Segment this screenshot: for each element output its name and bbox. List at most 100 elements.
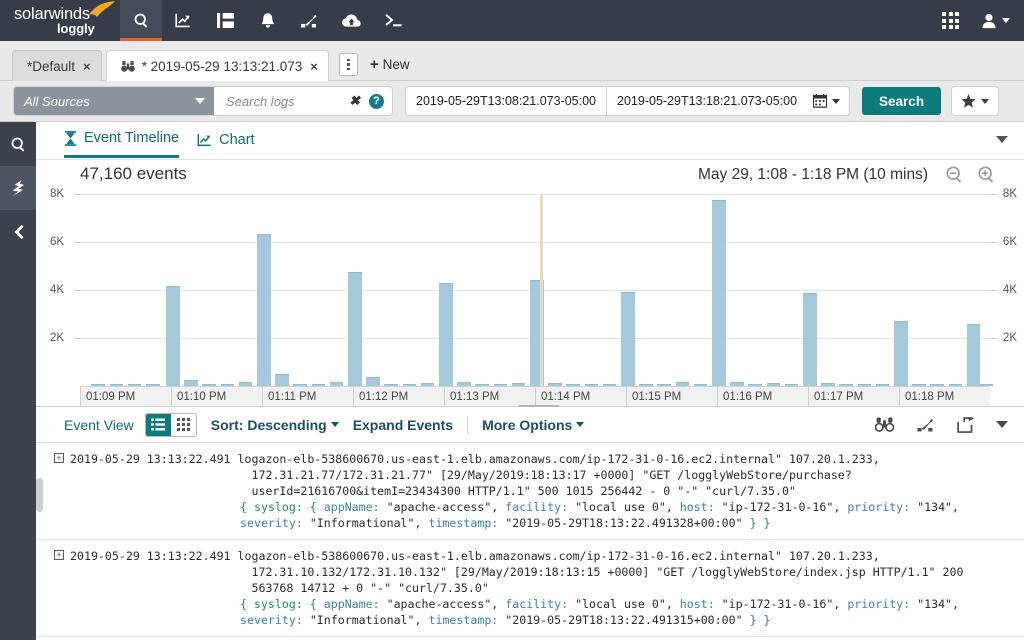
bar[interactable]: [257, 234, 271, 386]
favorites-button[interactable]: [952, 87, 998, 115]
field-value-timestamp: "2019-05-29T18:13:22.491328+00:00": [505, 516, 749, 530]
hammer-icon: [300, 13, 318, 29]
bar[interactable]: [439, 283, 453, 386]
bar[interactable]: [803, 293, 817, 386]
chevron-down-icon: [195, 98, 205, 104]
help-icon[interactable]: ?: [369, 94, 384, 109]
x-axis-tick-label: 01:10 PM: [171, 387, 226, 407]
timeline-tab-group: Event Timeline Chart: [64, 130, 255, 158]
user-menu[interactable]: [981, 13, 1010, 29]
field-key-facility: facility:: [505, 597, 575, 611]
tab-label: *Default: [27, 59, 75, 74]
search-button[interactable]: Search: [862, 87, 941, 115]
rail-item-collapse[interactable]: [0, 210, 36, 254]
tab-chart[interactable]: Chart: [197, 132, 254, 157]
close-icon[interactable]: ×: [83, 60, 91, 73]
tab-search-result[interactable]: * 2019-05-29 13:13:21.073 ×: [106, 50, 329, 81]
zoom-out-button[interactable]: [945, 165, 964, 189]
magnifier-icon: [10, 136, 27, 153]
log-event-row[interactable]: +2019-05-29 13:13:22.491 logazon-elb-538…: [36, 540, 1024, 637]
chevron-down-icon: [832, 99, 840, 104]
bar[interactable]: [275, 374, 289, 386]
field-value-appname: "apache-access",: [387, 500, 506, 514]
bar[interactable]: [166, 286, 180, 386]
event-view-toolbar: Event View Sort: Descending: [36, 407, 1024, 443]
time-from-input[interactable]: 2019-05-29T13:08:21.073-05:00: [406, 87, 606, 115]
timeline-cursor: [540, 194, 543, 396]
y-tick: [990, 338, 996, 339]
binoculars-button[interactable]: [875, 417, 894, 432]
event-toolbar-right-icons: [875, 417, 1008, 433]
timeline-plot-area[interactable]: 2K2K4K4K6K6K8K8K: [80, 194, 990, 386]
chevron-left-icon: [11, 224, 25, 240]
log-event-row[interactable]: +2019-05-29 13:13:22.491 logazon-elb-538…: [36, 443, 1024, 540]
expand-row-icon[interactable]: +: [54, 550, 64, 560]
share-button[interactable]: [957, 417, 974, 433]
time-to-input[interactable]: 2019-05-29T13:18:21.073-05:00: [606, 87, 807, 115]
field-key-timestamp: timestamp:: [428, 613, 505, 627]
bar-series: [80, 194, 990, 386]
tab-label: Chart: [219, 132, 254, 148]
panel-collapse-chevron-down-icon[interactable]: [996, 136, 1008, 143]
close-icon[interactable]: ×: [310, 60, 318, 73]
x-axis-tick-label: 01:13 PM: [444, 387, 499, 407]
field-key-appname: appName:: [324, 597, 387, 611]
bar[interactable]: [621, 292, 635, 386]
tab-label: Event Timeline: [84, 130, 179, 146]
bar[interactable]: [712, 200, 726, 386]
nav-item-cloud[interactable]: [330, 0, 372, 41]
rail-item-saved-searches[interactable]: [0, 166, 36, 210]
log-event-list[interactable]: +2019-05-29 13:13:22.491 logazon-elb-538…: [36, 443, 1024, 640]
clear-search-icon[interactable]: ✖: [349, 93, 360, 109]
y-axis-tick-label-left: 8K: [50, 188, 64, 200]
left-rail: [0, 122, 36, 640]
chevron-down-icon: [331, 422, 339, 427]
expand-events-label: Expand Events: [353, 417, 453, 433]
nav-item-tools[interactable]: [288, 0, 330, 41]
rail-item-search[interactable]: [0, 122, 36, 166]
field-key-priority: priority:: [847, 597, 917, 611]
tools-button[interactable]: [916, 417, 935, 433]
chevron-down-icon: [576, 422, 584, 427]
tab-default[interactable]: *Default ×: [12, 50, 102, 81]
nav-item-console[interactable]: [372, 0, 414, 41]
grid-view-button[interactable]: [171, 414, 196, 436]
nav-item-dashboards[interactable]: [204, 0, 246, 41]
bar[interactable]: [967, 324, 981, 386]
more-menu-button[interactable]: [996, 421, 1008, 428]
nav-item-search[interactable]: [120, 0, 162, 41]
brand-logo[interactable]: solarwinds loggly: [0, 0, 120, 41]
zoom-in-button[interactable]: [977, 165, 996, 189]
grid-apps-icon[interactable]: [942, 12, 959, 29]
search-input[interactable]: Search logs ✖ ?: [214, 87, 392, 115]
log-message-line: logazon-elb-538600670.us-east-1.elb.amaz…: [238, 452, 880, 466]
search-toolbar: All Sources Search logs ✖ ? 2019-05-29T1…: [0, 81, 1024, 122]
tab-options-icon[interactable]: [339, 53, 358, 76]
nav-item-alerts[interactable]: [246, 0, 288, 41]
dashboard-icon: [217, 13, 234, 28]
source-selector[interactable]: All Sources: [14, 87, 214, 115]
bar[interactable]: [894, 321, 908, 386]
log-list-scrollbar[interactable]: [36, 478, 43, 512]
field-key-priority: priority:: [847, 500, 917, 514]
new-tab-button[interactable]: + New: [370, 56, 410, 73]
event-view-label: Event View: [64, 417, 134, 433]
expand-events-button[interactable]: Expand Events: [353, 417, 453, 433]
expand-row-icon[interactable]: +: [54, 453, 64, 463]
bar[interactable]: [348, 272, 362, 386]
tab-title-text: * 2019-05-29 13:13:21.073: [142, 59, 303, 74]
view-mode-toggle: [145, 413, 197, 437]
bar[interactable]: [366, 377, 380, 386]
tab-event-timeline[interactable]: Event Timeline: [64, 130, 179, 158]
sort-dropdown[interactable]: Sort: Descending: [211, 417, 339, 433]
log-message: 2019-05-29 13:13:22.491 logazon-elb-5386…: [70, 451, 1014, 499]
more-options-dropdown[interactable]: More Options: [482, 417, 584, 433]
terminal-icon: [384, 13, 403, 28]
field-key-severity: severity:: [240, 516, 310, 530]
calendar-picker-button[interactable]: [807, 94, 849, 108]
field-value-facility: "local use 0",: [575, 597, 680, 611]
binoculars-icon: [875, 417, 894, 432]
nav-item-chart[interactable]: [162, 0, 204, 41]
tab-strip: *Default × * 2019-05-29 13:13:21.073 × +…: [0, 41, 1024, 81]
list-view-button[interactable]: [146, 414, 171, 436]
